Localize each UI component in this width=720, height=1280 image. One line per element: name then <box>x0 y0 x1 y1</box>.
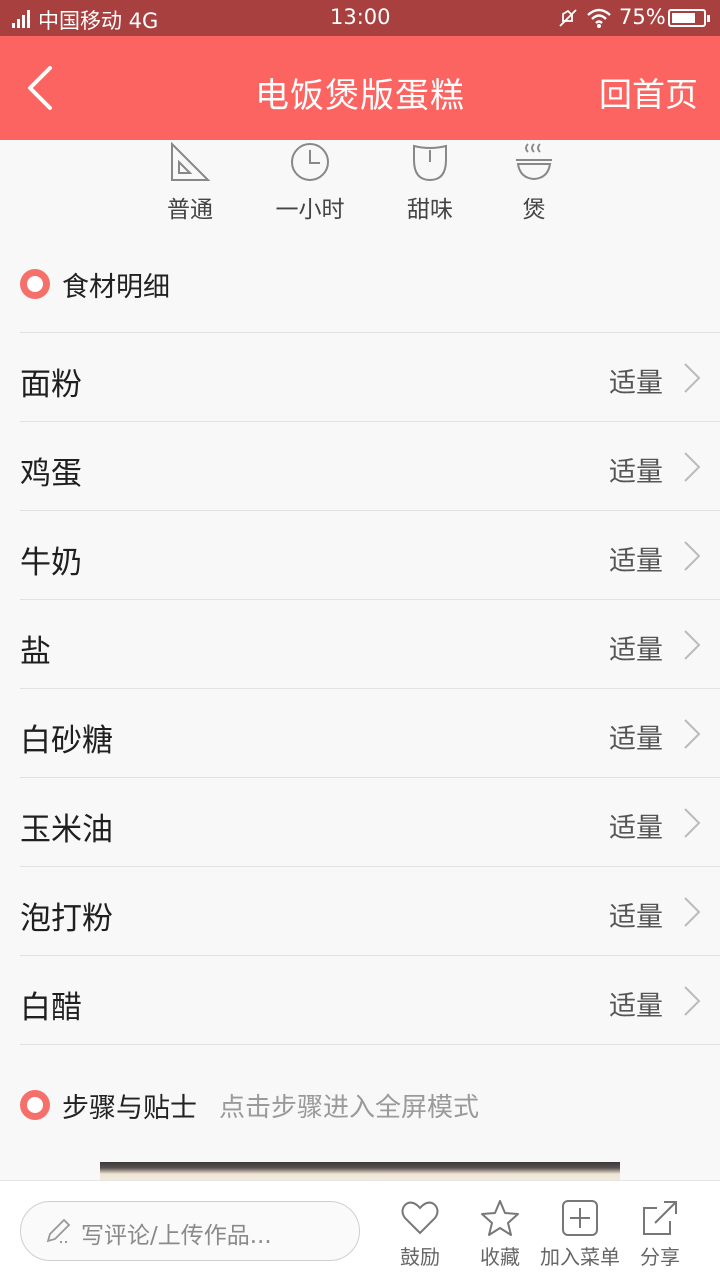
taste-icon <box>413 144 447 182</box>
share-button[interactable]: 分享 <box>615 1199 705 1270</box>
ingredient-amount: 适量 <box>609 902 663 933</box>
fullscreen-hint[interactable]: 点击步骤进入全屏模式 <box>219 1087 479 1124</box>
encourage-button[interactable]: 鼓励 <box>375 1199 465 1270</box>
action-label: 分享 <box>640 1245 680 1269</box>
wifi-icon <box>587 8 611 28</box>
action-label: 鼓励 <box>400 1245 440 1269</box>
ingredient-amount: 适量 <box>609 546 663 577</box>
section-dot-icon <box>20 269 50 299</box>
attr-time: 一小时 <box>260 140 360 224</box>
bottom-bar: 写评论/上传作品... 鼓励 收藏 加入菜单 分享 <box>0 1180 720 1280</box>
ingredient-name: 白醋 <box>20 990 82 1026</box>
share-icon <box>643 1201 677 1235</box>
mute-icon <box>559 9 577 27</box>
attr-difficulty: 普通 <box>140 140 240 224</box>
difficulty-icon <box>171 142 211 181</box>
app-header: 电饭煲版蛋糕 回首页 <box>0 36 720 140</box>
ingredient-amount: 适量 <box>609 457 663 488</box>
home-button[interactable]: 回首页 <box>599 68 698 116</box>
ingredient-row[interactable]: 面粉 适量 <box>20 333 720 422</box>
ingredient-row[interactable]: 鸡蛋 适量 <box>20 422 720 511</box>
ingredient-amount: 适量 <box>609 991 663 1022</box>
ingredient-row[interactable]: 泡打粉 适量 <box>20 867 720 956</box>
section-title: 食材明细 <box>62 271 170 303</box>
chevron-right-icon <box>684 363 701 393</box>
comment-input[interactable]: 写评论/上传作品... <box>20 1201 360 1261</box>
ingredient-name: 玉米油 <box>20 812 113 848</box>
steps-section-header: 步骤与贴士 点击步骤进入全屏模式 <box>20 1085 479 1125</box>
ingredient-name: 盐 <box>20 634 51 670</box>
ingredient-name: 鸡蛋 <box>20 456 82 492</box>
bowl-icon <box>516 143 552 181</box>
chevron-right-icon <box>684 630 701 660</box>
attr-method: 煲 <box>484 140 584 224</box>
action-label: 收藏 <box>480 1245 520 1269</box>
heart-icon <box>401 1201 439 1235</box>
ingredient-row[interactable]: 盐 适量 <box>20 600 720 689</box>
status-bar: 中国移动 4G 13:00 75% <box>0 0 720 36</box>
section-title: 步骤与贴士 <box>62 1092 197 1124</box>
chevron-right-icon <box>684 986 701 1016</box>
chevron-right-icon <box>684 541 701 571</box>
chevron-right-icon <box>684 808 701 838</box>
ingredient-amount: 适量 <box>609 368 663 399</box>
attr-taste: 甜味 <box>380 140 480 224</box>
section-dot-icon <box>20 1090 50 1120</box>
ingredient-row[interactable]: 白砂糖 适量 <box>20 689 720 778</box>
pencil-icon <box>46 1218 71 1243</box>
ingredient-list: 面粉 适量 鸡蛋 适量 牛奶 适量盐适量 白砂糖 适量 玉米油 适量 泡打粉 适量 白醋 适量 <box>20 332 720 1045</box>
attr-label: 煲 <box>522 197 546 223</box>
add-menu-icon <box>562 1200 598 1236</box>
attr-label: 甜味 <box>407 197 453 223</box>
comment-placeholder: 写评论/上传作品... <box>81 1223 272 1249</box>
ingredient-row[interactable]: 牛奶 适量 <box>20 511 720 600</box>
ingredient-name: 泡打粉 <box>20 901 113 937</box>
action-label: 加入菜单 <box>540 1245 620 1269</box>
star-icon <box>481 1200 519 1236</box>
ingredient-name: 白砂糖 <box>20 723 113 759</box>
favorite-button[interactable]: 收藏 <box>455 1199 545 1270</box>
battery-icon <box>668 9 710 27</box>
add-to-menu-button[interactable]: 加入菜单 <box>535 1199 625 1270</box>
chevron-right-icon <box>684 452 701 482</box>
ingredient-row[interactable]: 白醋 适量 <box>20 956 720 1045</box>
ingredients-section-header: 食材明细 <box>20 264 170 304</box>
signal-icon <box>12 10 34 28</box>
ingredient-name: 牛奶 <box>20 545 82 581</box>
attr-label: 普通 <box>167 197 213 223</box>
battery-percent: 75% <box>619 5 666 29</box>
ingredient-amount: 适量 <box>609 724 663 755</box>
chevron-right-icon <box>684 897 701 927</box>
clock-time: 13:00 <box>330 5 391 29</box>
attr-label: 一小时 <box>275 197 345 223</box>
carrier-label: 中国移动 4G <box>38 9 159 33</box>
ingredient-amount: 适量 <box>609 635 663 666</box>
ingredient-amount: 适量 <box>609 813 663 844</box>
clock-icon <box>291 143 329 181</box>
ingredient-row[interactable]: 玉米油 适量 <box>20 778 720 867</box>
ingredient-name: 面粉 <box>20 367 82 403</box>
chevron-right-icon <box>684 719 701 749</box>
